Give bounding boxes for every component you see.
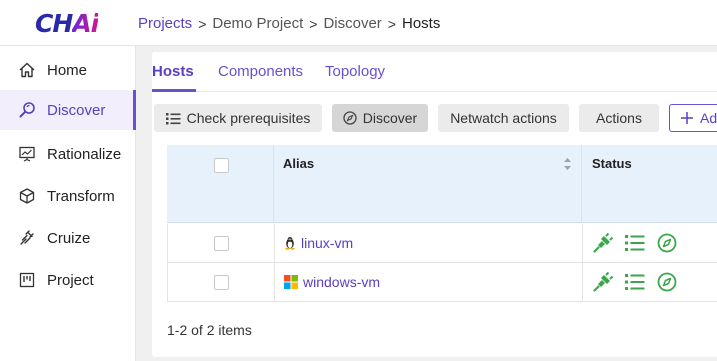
sort-icon[interactable]: [563, 157, 572, 176]
select-all-checkbox[interactable]: [214, 158, 229, 173]
sidebar-item-label: Rationalize: [47, 145, 122, 163]
sidebar-item-label: Discover: [47, 101, 106, 119]
netwatch-actions-button[interactable]: Netwatch actions: [438, 104, 569, 132]
column-divider: [582, 224, 583, 263]
breadcrumb-separator: >: [198, 15, 207, 32]
breadcrumb-discover[interactable]: Discover: [323, 15, 381, 32]
list-icon[interactable]: [625, 273, 645, 291]
app-logo[interactable]: CHAi: [35, 9, 99, 38]
sidebar-item-cruize[interactable]: Cruize: [0, 218, 136, 258]
compass-icon: [343, 111, 357, 125]
sidebar-item-label: Project: [47, 271, 94, 289]
main-panel: Hosts Components Topology Check prerequi…: [152, 52, 717, 357]
sidebar-item-discover[interactable]: Discover: [0, 90, 136, 130]
cube-icon: [17, 186, 37, 206]
column-divider: [582, 263, 583, 302]
sidebar-item-project[interactable]: Project: [0, 260, 136, 300]
hosts-table: Alias Status linux-vm windows-vm: [167, 145, 717, 302]
active-tab-indicator: [152, 89, 196, 92]
host-alias-link[interactable]: windows-vm: [284, 274, 380, 290]
project-board-icon: [17, 270, 37, 290]
plug-icon[interactable]: [593, 272, 613, 292]
column-divider: [274, 224, 275, 263]
top-bar: CHAi Projects > Demo Project > Discover …: [0, 0, 717, 46]
sidebar-item-home[interactable]: Home: [0, 50, 136, 90]
table-row[interactable]: linux-vm: [167, 224, 717, 263]
check-prerequisites-button[interactable]: Check prerequisites: [154, 104, 322, 132]
sidebar-item-transform[interactable]: Transform: [0, 176, 136, 216]
column-header-status[interactable]: Status: [592, 156, 632, 171]
sidebar-item-label: Cruize: [47, 229, 91, 247]
sidebar-item-label: Transform: [47, 187, 115, 205]
sidebar-item-label: Home: [47, 61, 88, 79]
breadcrumb-separator: >: [387, 15, 396, 32]
tab-hosts[interactable]: Hosts: [152, 63, 194, 80]
table-header: Alias Status: [167, 145, 717, 223]
row-checkbox[interactable]: [214, 275, 229, 290]
cruize-icon: [17, 228, 37, 248]
list-icon[interactable]: [625, 234, 645, 252]
breadcrumb-separator: >: [309, 15, 318, 32]
breadcrumb: Projects > Demo Project > Discover > Hos…: [138, 15, 440, 32]
host-alias-link[interactable]: linux-vm: [284, 235, 353, 251]
add-button[interactable]: Add: [669, 104, 717, 132]
breadcrumb-projects[interactable]: Projects: [138, 15, 192, 32]
discover-icon: [17, 100, 37, 120]
column-divider: [581, 145, 582, 223]
column-divider: [273, 145, 274, 223]
chart-board-icon: [17, 144, 37, 164]
tab-components[interactable]: Components: [218, 63, 303, 80]
pagination-summary: 1-2 of 2 items: [167, 322, 252, 338]
windows-icon: [284, 275, 298, 289]
column-divider: [274, 263, 275, 302]
sidebar-item-rationalize[interactable]: Rationalize: [0, 134, 136, 174]
tab-bar: Hosts Components Topology: [152, 52, 717, 92]
status-icons: [593, 233, 689, 253]
breadcrumb-current: Hosts: [401, 15, 441, 32]
plus-icon: [680, 111, 694, 125]
actions-button[interactable]: Actions: [579, 104, 659, 132]
status-icons: [593, 272, 689, 292]
home-icon: [17, 60, 37, 80]
linux-icon: [284, 236, 296, 250]
sidebar: Home Discover Rationalize Transform Crui…: [0, 46, 136, 361]
discover-button[interactable]: Discover: [332, 104, 428, 132]
tab-topology[interactable]: Topology: [325, 63, 385, 80]
column-header-alias[interactable]: Alias: [283, 156, 314, 171]
compass-icon[interactable]: [657, 233, 677, 253]
row-checkbox[interactable]: [214, 236, 229, 251]
table-row[interactable]: windows-vm: [167, 263, 717, 302]
list-icon: [165, 112, 181, 125]
compass-icon[interactable]: [657, 272, 677, 292]
plug-icon[interactable]: [593, 233, 613, 253]
breadcrumb-demo-project[interactable]: Demo Project: [212, 15, 303, 32]
